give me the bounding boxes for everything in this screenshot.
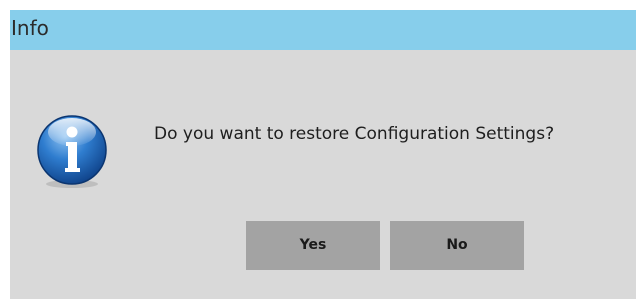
dialog-title: Info [11, 16, 49, 40]
no-button[interactable]: No [390, 221, 524, 270]
dialog-titlebar[interactable]: Info [10, 10, 636, 50]
info-dialog: Info Do you want to restore Configuratio… [10, 10, 636, 299]
yes-button[interactable]: Yes [246, 221, 380, 270]
info-icon [37, 115, 107, 188]
dialog-message: Do you want to restore Configuration Set… [154, 124, 555, 144]
